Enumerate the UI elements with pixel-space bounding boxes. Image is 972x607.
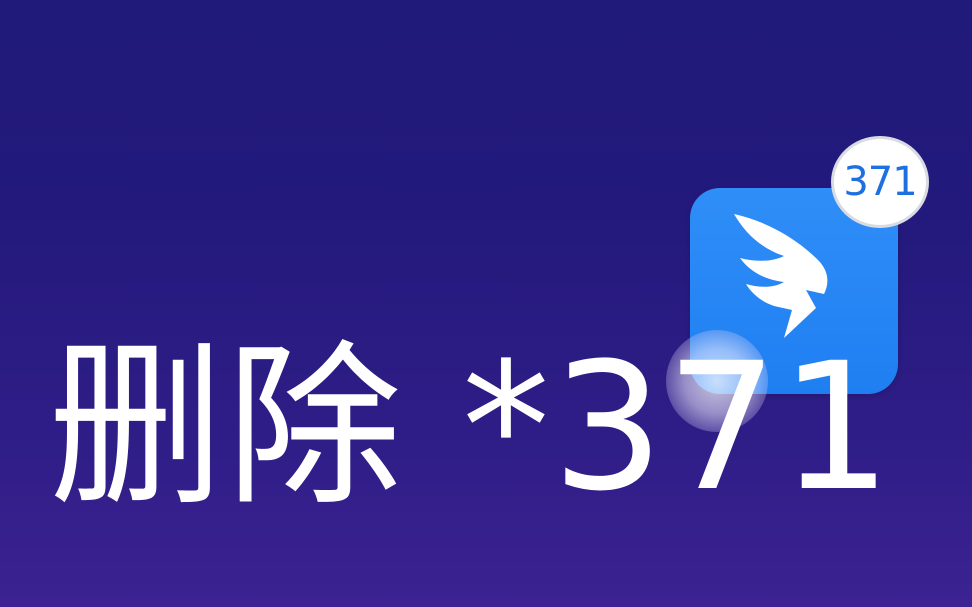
notification-badge: 371 — [831, 136, 929, 228]
overlay-caption: 删除 *371 — [48, 325, 894, 530]
